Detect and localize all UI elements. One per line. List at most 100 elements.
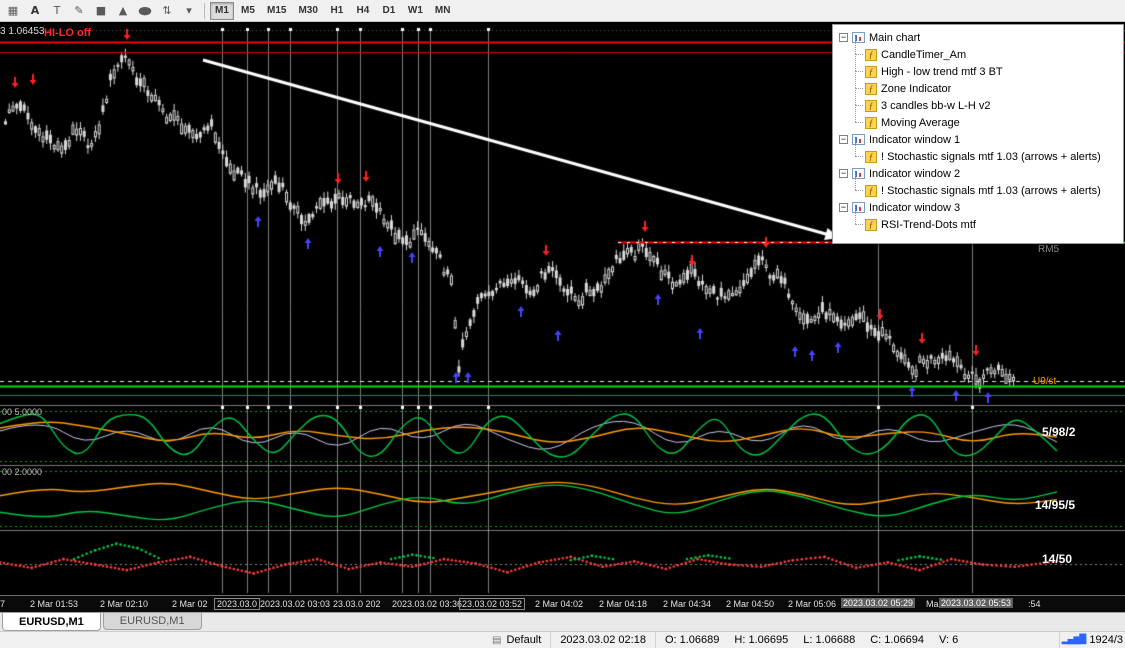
indicator-function-icon: ƒ: [865, 82, 877, 95]
indicator-item-label: 3 candles bb-w L-H v2: [881, 99, 991, 112]
time-axis-label: 2 Mar 04:18: [599, 599, 648, 609]
profile-segment[interactable]: ▤ Default: [483, 632, 550, 648]
low-value: L: 1.06688: [803, 634, 856, 646]
time-axis-label: 2023.03.02 03:03: [260, 599, 331, 609]
profile-name: Default: [506, 634, 542, 646]
chart-tabs-bar: EURUSD,M1 EURUSD,M1: [0, 612, 1125, 631]
text-label-icon[interactable]: A: [24, 2, 46, 20]
main-toolbar: ▦ A T ✎ ■ ▲ ● ⇅ ▾ M1 M5 M15 M30 H1 H4 D1 W1 MN: [0, 0, 1125, 22]
indicator-function-icon: ƒ: [865, 218, 877, 231]
text-cursor-icon[interactable]: T: [46, 2, 68, 20]
indicator-item-label: Zone Indicator: [881, 82, 952, 95]
indicator-item[interactable]: ƒ RSI-Trend-Dots mtf: [835, 207, 1121, 233]
time-axis-label: 2 Mar 05:06: [788, 599, 837, 609]
time-axis-label: 2 Mar 04:34: [663, 599, 712, 609]
tick-counter: 1924/3: [1089, 634, 1123, 646]
toolbar-separator: [204, 2, 205, 19]
tab-eurusd-m1-active[interactable]: EURUSD,M1: [2, 613, 101, 631]
time-axis-label: 2 Mar 04:02: [535, 599, 584, 609]
indicator-function-icon: ƒ: [865, 150, 877, 163]
ohlcv-segment: O: 1.06689 H: 1.06695 L: 1.06688 C: 1.06…: [654, 632, 977, 648]
indicator-item[interactable]: ƒ Moving Average: [835, 105, 1121, 131]
time-axis-label: 23.03.0 202: [333, 599, 381, 609]
indicator-item[interactable]: ƒ ! Stochastic signals mtf 1.03 (arrows +…: [835, 139, 1121, 165]
indicator-function-icon: ƒ: [865, 184, 877, 197]
chart-grid-icon[interactable]: ▦: [2, 2, 24, 20]
collapse-icon[interactable]: −: [839, 169, 848, 178]
volume-value: V: 6: [939, 634, 959, 646]
indicator-function-icon: ƒ: [865, 116, 877, 129]
indicator-item[interactable]: ƒ ! Stochastic signals mtf 1.03 (arrows +…: [835, 173, 1121, 199]
time-axis[interactable]: 7 2 Mar 01:53 2 Mar 02:10 2 Mar 02 2023.03.0…: [0, 595, 1125, 612]
open-value: O: 1.06689: [664, 634, 720, 646]
time-axis-label: 2023.03.02 03:36: [392, 599, 463, 609]
indicator-item-label: CandleTimer_Am: [881, 48, 967, 61]
indicator-item-label: High - low trend mtf 3 BT: [881, 65, 1003, 78]
toolbar-icon-group: ▦ A T ✎ ■ ▲ ● ⇅ ▾: [2, 2, 200, 20]
tree-group-row[interactable]: − Indicator window 3: [835, 199, 1121, 216]
time-axis-label: 2023.03.02 05:29: [841, 598, 916, 608]
tree-group-label: Indicator window 2: [869, 167, 961, 180]
tree-group-row[interactable]: − Indicator window 2: [835, 165, 1121, 182]
timeframe-w1-button[interactable]: W1: [403, 2, 428, 20]
time-axis-label: 7: [0, 599, 6, 609]
collapse-icon[interactable]: −: [839, 203, 848, 212]
profile-icon: ▤: [492, 634, 502, 646]
indicator-tree: − Main chart ƒ CandleTimer_Am ƒ High - low tr…: [835, 29, 1121, 241]
indicator-list-panel: − Main chart ƒ CandleTimer_Am ƒ High - low tr…: [832, 24, 1124, 244]
time-axis-label: 2023.03.02 05:53: [939, 598, 1014, 608]
indicator-item[interactable]: ƒ High - low trend mtf 3 BT: [835, 54, 1121, 80]
time-axis-label: 2 Mar 04:50: [726, 599, 775, 609]
tab-eurusd-m1[interactable]: EURUSD,M1: [102, 613, 202, 630]
tree-group-label: Indicator window 3: [869, 201, 961, 214]
indicator-function-icon: ƒ: [865, 99, 877, 112]
timeframe-group: M1 M5 M15 M30 H1 H4 D1 W1 MN: [209, 1, 456, 20]
high-value: H: 1.06695: [734, 634, 789, 646]
timeframe-m30-button[interactable]: M30: [293, 2, 322, 20]
time-segment: 2023.03.02 02:18: [550, 632, 655, 648]
rectangle-tool-icon[interactable]: ■: [90, 2, 112, 20]
chart-window-icon: [852, 202, 865, 213]
status-bar: ▤ Default 2023.03.02 02:18 O: 1.06689 H:…: [0, 631, 1125, 648]
indicator-function-icon: ƒ: [865, 65, 877, 78]
dropdown-caret-icon[interactable]: ▾: [178, 2, 200, 20]
time-axis-label: Ma: [926, 599, 939, 609]
chart-window-icon: [852, 32, 865, 43]
indicator-item-label: RSI-Trend-Dots mtf: [881, 218, 976, 231]
collapse-icon[interactable]: −: [839, 135, 848, 144]
tab-label: EURUSD,M1: [119, 615, 185, 627]
indicator-item[interactable]: ƒ Zone Indicator: [835, 71, 1121, 97]
indicator-item-label: ! Stochastic signals mtf 1.03 (arrows + …: [881, 184, 1101, 197]
ellipse-tool-icon[interactable]: ●: [129, 2, 162, 20]
time-axis-label: 23.03.02 03:52: [459, 598, 526, 610]
tree-group-row[interactable]: − Main chart: [835, 29, 1121, 46]
timeframe-m5-button[interactable]: M5: [236, 2, 260, 20]
timeframe-h4-button[interactable]: H4: [351, 2, 375, 20]
tree-group-label: Main chart: [869, 31, 921, 44]
bar-time: 2023.03.02 02:18: [560, 634, 646, 646]
indicator-item[interactable]: ƒ 3 candles bb-w L-H v2: [835, 88, 1121, 114]
tree-group-label: Indicator window 1: [869, 133, 961, 146]
indicator-function-icon: ƒ: [865, 48, 877, 61]
timeframe-mn-button[interactable]: MN: [430, 2, 456, 20]
draw-pencil-icon[interactable]: ✎: [68, 2, 90, 20]
ticks-segment: ▂▄▆█ 1924/3: [1058, 632, 1125, 648]
metatrader-window: ▦ A T ✎ ■ ▲ ● ⇅ ▾ M1 M5 M15 M30 H1 H4 D1 W1 MN 3 1.06453…: [0, 0, 1125, 648]
histogram-icon: ▂▄▆█: [1061, 635, 1087, 645]
timeframe-m1-button[interactable]: M1: [210, 1, 234, 20]
indicator-item-label: ! Stochastic signals mtf 1.03 (arrows + …: [881, 150, 1101, 163]
timeframe-d1-button[interactable]: D1: [377, 2, 401, 20]
close-value: C: 1.06694: [870, 634, 925, 646]
indicator-item-label: Moving Average: [881, 116, 960, 129]
chart-window-icon: [852, 168, 865, 179]
time-axis-label: 2 Mar 01:53: [30, 599, 79, 609]
time-axis-label: 2 Mar 02: [172, 599, 208, 609]
timeframe-h1-button[interactable]: H1: [325, 2, 349, 20]
time-axis-label: :54: [1028, 599, 1041, 609]
tree-group-row[interactable]: − Indicator window 1: [835, 131, 1121, 148]
indicator-item[interactable]: ƒ CandleTimer_Am: [835, 37, 1121, 63]
timeframe-m15-button[interactable]: M15: [262, 2, 291, 20]
chart-window-icon: [852, 134, 865, 145]
collapse-icon[interactable]: −: [839, 33, 848, 42]
chart-area: 3 1.06453 HI-LO off RM5 U9/st 00 5.0000 …: [0, 22, 1125, 595]
